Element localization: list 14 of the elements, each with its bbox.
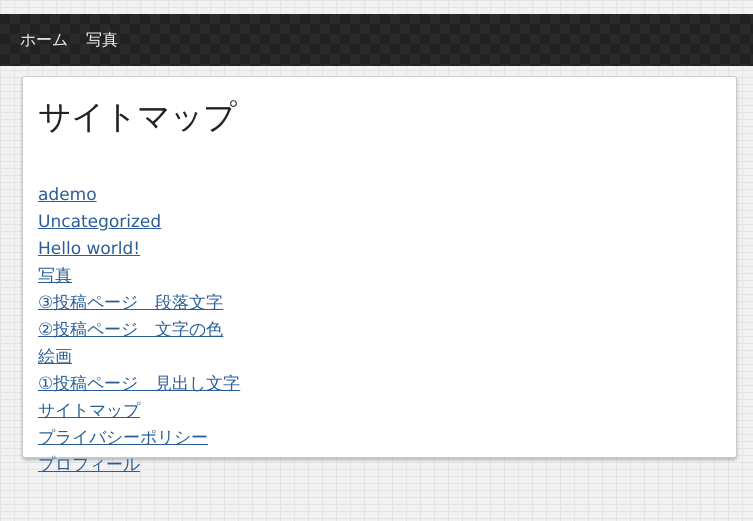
- sitemap-link[interactable]: Hello world!: [38, 236, 140, 263]
- sitemap-link[interactable]: プライバシーポリシー: [38, 425, 208, 452]
- sitemap-link[interactable]: Uncategorized: [38, 209, 162, 236]
- sitemap-link[interactable]: 絵画: [38, 344, 72, 371]
- page-title: サイトマップ: [38, 96, 238, 138]
- sitemap-link[interactable]: ③投稿ページ 段落文字: [38, 290, 224, 317]
- sitemap-link[interactable]: ①投稿ページ 見出し文字: [38, 371, 240, 398]
- sitemap-link[interactable]: プロフィール: [38, 452, 140, 479]
- sitemap-link[interactable]: ②投稿ページ 文字の色: [38, 317, 224, 344]
- sitemap-link[interactable]: サイトマップ: [38, 398, 140, 425]
- nav-link[interactable]: 写真: [86, 30, 118, 50]
- nav-link[interactable]: ホーム: [20, 30, 68, 50]
- sitemap-link[interactable]: ademo: [38, 182, 97, 209]
- sitemap-link[interactable]: 写真: [38, 263, 72, 290]
